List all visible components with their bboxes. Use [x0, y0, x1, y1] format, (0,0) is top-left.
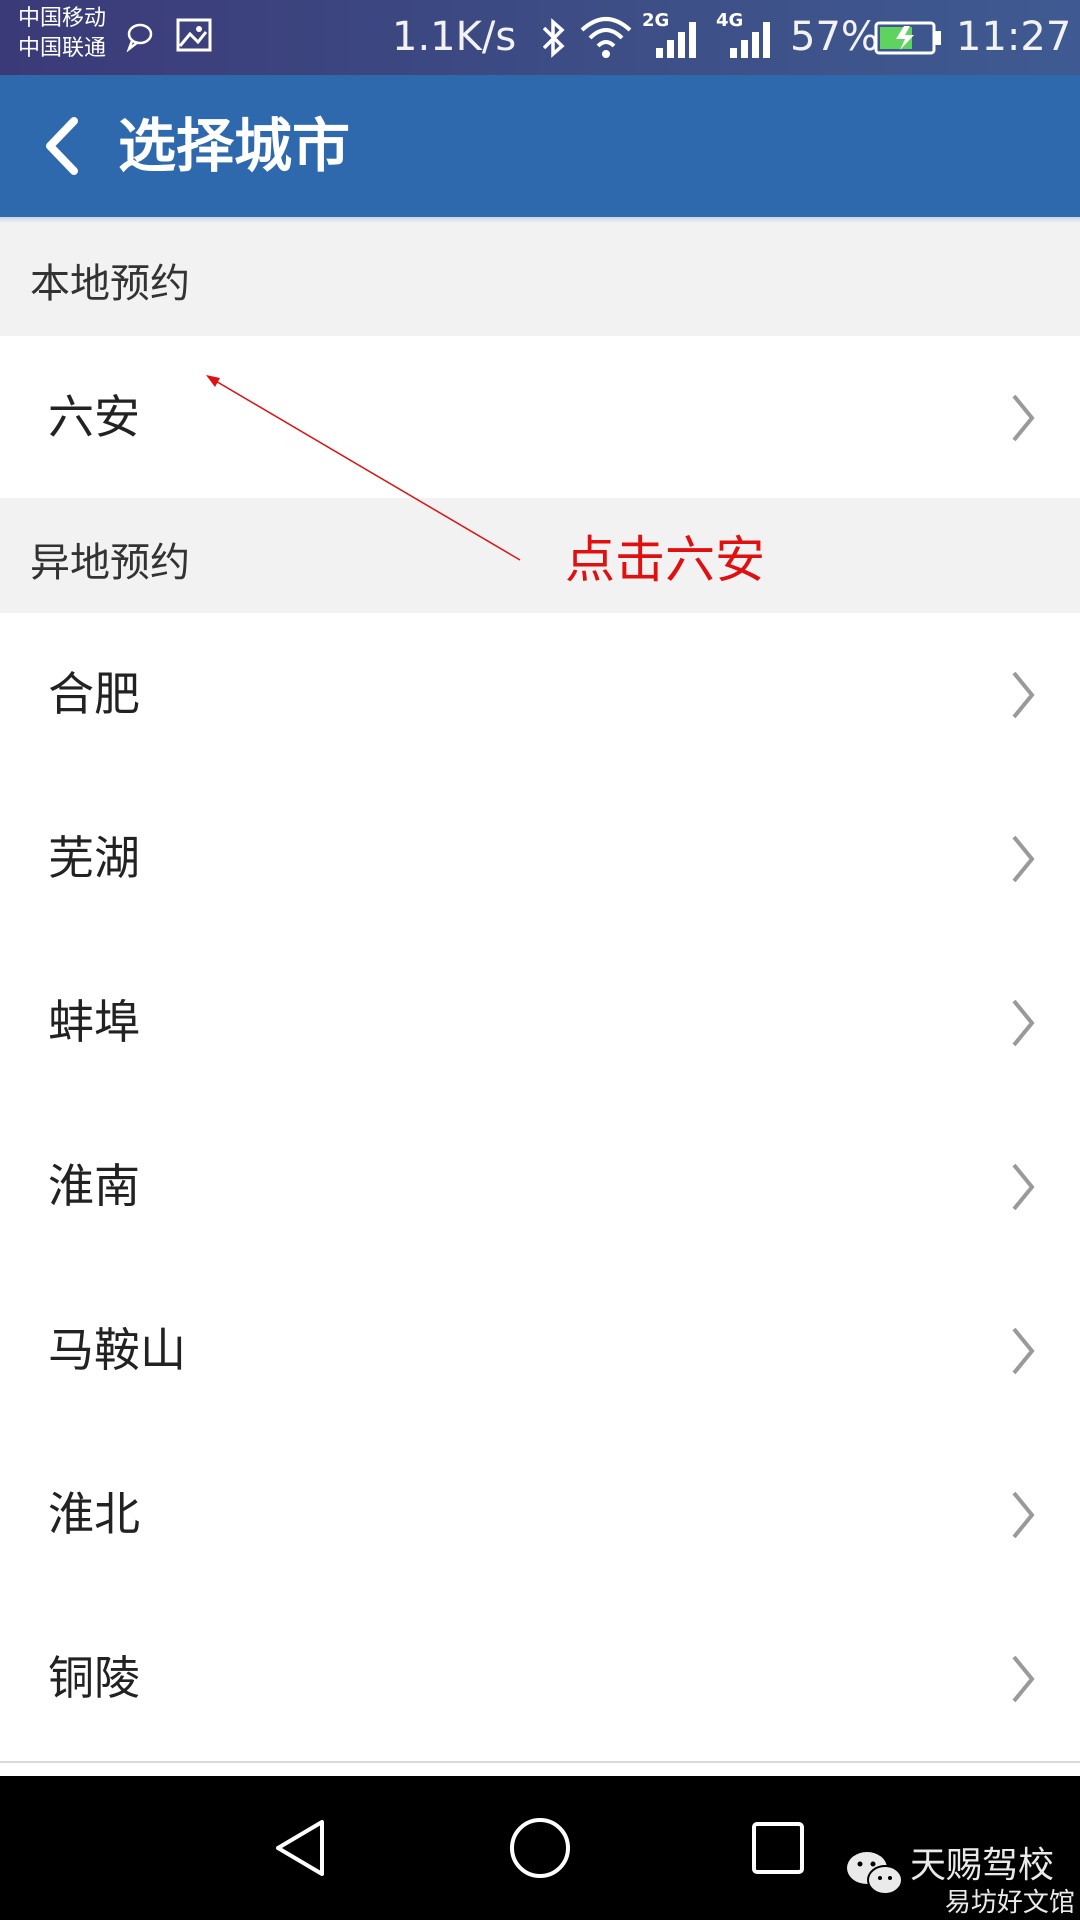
chevron-right-icon	[1012, 394, 1035, 442]
city-row-tongling[interactable]: 铜陵	[0, 1597, 1080, 1763]
wechat-icon	[846, 1851, 903, 1895]
chevron-right-icon	[1012, 671, 1035, 719]
carrier-names: 中国移动 中国联通	[18, 4, 106, 64]
watermark-brand: 天赐驾校	[909, 1845, 1054, 1886]
back-arrow-icon[interactable]	[36, 111, 96, 181]
chevron-right-icon	[1012, 1491, 1035, 1539]
city-name: 六安	[48, 390, 140, 444]
signal-icon-sim2	[730, 22, 770, 58]
battery-charging-icon	[874, 21, 941, 55]
chevron-right-icon	[1012, 1655, 1035, 1703]
chevron-right-icon	[1012, 1327, 1035, 1375]
city-row-lu-an[interactable]: 六安	[0, 336, 1080, 498]
image-icon	[176, 18, 212, 52]
back-triangle-icon[interactable]	[264, 1812, 336, 1884]
status-bar: 中国移动 中国联通 1.1K/s 2G 4G 57% 11:27	[0, 0, 1080, 75]
city-name: 合肥	[48, 667, 140, 721]
navigation-bar: 天赐驾校 易坊好文馆	[0, 1776, 1080, 1920]
chevron-right-icon	[1012, 1163, 1035, 1211]
recent-apps-square-icon[interactable]	[742, 1812, 814, 1884]
battery-percent: 57%	[790, 14, 879, 60]
bluetooth-icon	[542, 18, 565, 58]
carrier-1: 中国移动	[18, 6, 107, 31]
city-row-bengbu[interactable]: 蚌埠	[0, 941, 1080, 1107]
city-name: 蚌埠	[48, 995, 140, 1049]
annotation-label: 点击六安	[565, 531, 765, 589]
city-name: 淮南	[48, 1159, 140, 1213]
section-header-remote: 异地预约	[0, 498, 1080, 613]
city-name: 马鞍山	[48, 1323, 186, 1377]
chevron-right-icon	[1012, 999, 1035, 1047]
carrier-2: 中国联通	[18, 36, 107, 61]
section-label-remote: 异地预约	[30, 540, 190, 586]
home-circle-icon[interactable]	[504, 1812, 576, 1884]
chat-bubble-icon	[126, 23, 153, 52]
city-row-huainan[interactable]: 淮南	[0, 1105, 1080, 1271]
city-row-hefei[interactable]: 合肥	[0, 613, 1080, 779]
city-name: 铜陵	[48, 1651, 140, 1705]
page-title: 选择城市	[118, 112, 351, 180]
clock: 11:27	[956, 14, 1072, 60]
signal-icon-sim1	[656, 22, 696, 58]
city-name: 淮北	[48, 1487, 140, 1541]
watermark: 天赐驾校 易坊好文馆	[845, 1836, 1075, 1918]
wifi-icon	[580, 17, 632, 58]
city-row-huaibei[interactable]: 淮北	[0, 1433, 1080, 1599]
network-speed: 1.1K/s	[392, 14, 517, 60]
section-header-local: 本地预约	[0, 223, 1080, 336]
app-header: 选择城市	[0, 75, 1080, 217]
section-label-local: 本地预约	[30, 261, 190, 307]
city-row-maanshan[interactable]: 马鞍山	[0, 1269, 1080, 1435]
city-row-wuhu[interactable]: 芜湖	[0, 777, 1080, 943]
city-name: 芜湖	[48, 831, 140, 885]
chevron-right-icon	[1012, 835, 1035, 883]
watermark-site: 易坊好文馆	[944, 1888, 1075, 1918]
